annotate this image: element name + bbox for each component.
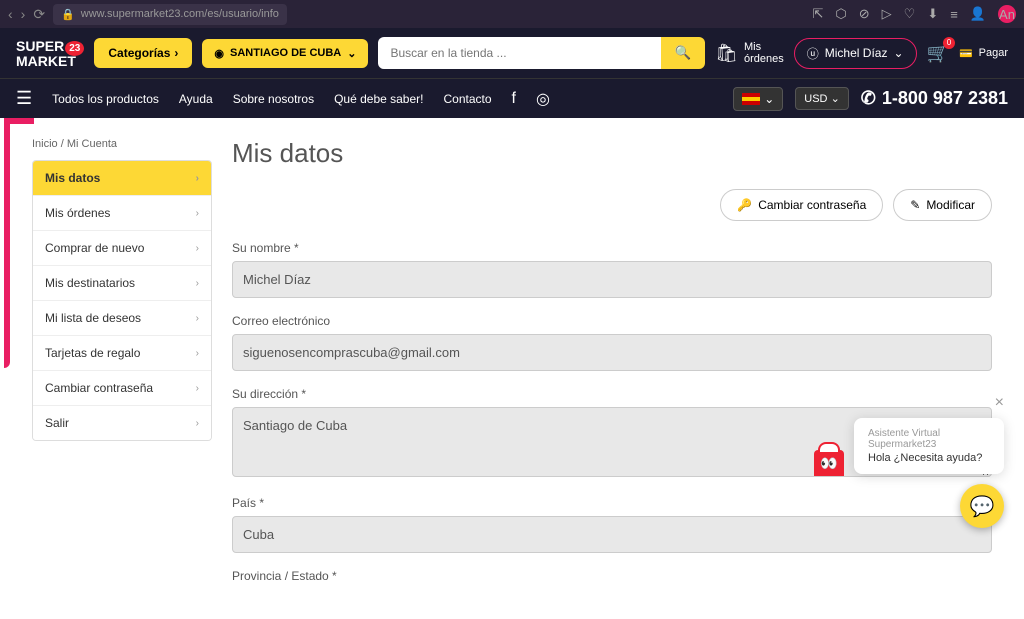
modify-button[interactable]: ✎ Modificar <box>893 189 992 221</box>
facebook-icon[interactable]: f <box>512 90 516 108</box>
categories-button[interactable]: Categorías › <box>94 38 192 68</box>
search-wrap: 🔍 <box>378 37 705 69</box>
currency-select[interactable]: USD ⌄ <box>795 87 849 110</box>
nav-contact[interactable]: Contacto <box>443 92 491 106</box>
chevron-right-icon: › <box>196 278 199 289</box>
nav-about[interactable]: Sobre nosotros <box>233 92 314 106</box>
profile-avatar[interactable]: An <box>998 5 1016 23</box>
sidebar-item-gift-cards[interactable]: Tarjetas de regalo› <box>33 336 211 371</box>
location-icon: ◉ <box>214 47 224 60</box>
reload-button[interactable]: ⟳ <box>33 6 45 23</box>
change-password-button[interactable]: 🔑 Cambiar contraseña <box>720 189 883 221</box>
location-button[interactable]: ◉ SANTIAGO DE CUBA ⌄ <box>202 39 368 68</box>
cart-count: 0 <box>943 37 955 49</box>
chevron-right-icon: › <box>196 313 199 324</box>
edit-icon: ✎ <box>910 198 920 212</box>
person-icon[interactable]: 👤 <box>970 6 986 22</box>
chat-bubble-icon: 💬 <box>970 494 995 519</box>
sidebar: Inicio / Mi Cuenta Mis datos› Mis órdene… <box>32 138 212 599</box>
chevron-down-icon: ⌄ <box>893 46 903 60</box>
accent-bar <box>4 118 10 368</box>
actions-bar: 🔑 Cambiar contraseña ✎ Modificar <box>232 189 992 221</box>
my-orders-link[interactable]: 🛍 Mis órdenes <box>715 41 784 65</box>
search-icon: 🔍 <box>675 45 692 60</box>
email-field[interactable] <box>232 334 992 371</box>
language-select[interactable]: ⌄ <box>733 87 783 111</box>
sidebar-item-my-orders[interactable]: Mis órdenes› <box>33 196 211 231</box>
breadcrumb-home[interactable]: Inicio <box>32 138 58 150</box>
phone-number[interactable]: ✆ 1-800 987 2381 <box>861 88 1008 109</box>
nav-all-products[interactable]: Todos los productos <box>52 92 159 106</box>
chat-popup: × Asistente Virtual Supermarket23 Hola ¿… <box>854 418 1004 474</box>
chevron-down-icon: ⌄ <box>764 92 774 106</box>
nav-help[interactable]: Ayuda <box>179 92 213 106</box>
chat-message: Hola ¿Necesita ayuda? <box>868 452 990 464</box>
chevron-right-icon: › <box>174 46 178 60</box>
sidebar-item-my-data[interactable]: Mis datos› <box>33 161 211 196</box>
user-icon: ⓤ <box>807 45 819 62</box>
back-button[interactable]: ‹ <box>8 6 13 22</box>
chevron-right-icon: › <box>196 208 199 219</box>
sidebar-item-change-password[interactable]: Cambiar contraseña› <box>33 371 211 406</box>
chat-title: Asistente Virtual Supermarket23 <box>868 428 990 450</box>
play-icon[interactable]: ▷ <box>882 6 892 22</box>
nav-bar: ☰ Todos los productos Ayuda Sobre nosotr… <box>0 78 1024 118</box>
user-menu[interactable]: ⓤ Michel Díaz ⌄ <box>794 38 917 69</box>
spain-flag-icon <box>742 93 760 105</box>
instagram-icon[interactable]: ◎ <box>536 89 550 109</box>
lock-icon: 🔒 <box>61 8 75 21</box>
chat-bot-icon[interactable]: 👀 <box>814 450 844 476</box>
download-icon[interactable]: ⬇ <box>927 6 938 22</box>
close-icon[interactable]: × <box>995 394 1004 412</box>
list-icon[interactable]: ≡ <box>950 7 958 22</box>
sidebar-item-wishlist[interactable]: Mi lista de deseos› <box>33 301 211 336</box>
share-icon[interactable]: ⇱ <box>812 6 823 22</box>
name-label: Su nombre * <box>232 241 992 255</box>
side-menu: Mis datos› Mis órdenes› Comprar de nuevo… <box>32 160 212 441</box>
hamburger-icon[interactable]: ☰ <box>16 88 32 109</box>
url-bar[interactable]: 🔒 www.supermarket23.com/es/usuario/info <box>53 4 287 25</box>
email-label: Correo electrónico <box>232 314 992 328</box>
browser-bar: ‹ › ⟳ 🔒 www.supermarket23.com/es/usuario… <box>0 0 1024 28</box>
main-content: Mis datos 🔑 Cambiar contraseña ✎ Modific… <box>232 138 992 599</box>
chevron-right-icon: › <box>196 348 199 359</box>
name-field[interactable] <box>232 261 992 298</box>
province-label: Provincia / Estado * <box>232 569 992 583</box>
search-input[interactable] <box>378 37 660 69</box>
ext-icon[interactable]: ⬡ <box>835 6 846 22</box>
nav-must-know[interactable]: Qué debe saber! <box>334 92 423 106</box>
top-header: SUPER23 MARKET Categorías › ◉ SANTIAGO D… <box>0 28 1024 78</box>
chevron-down-icon: ⌄ <box>831 93 840 105</box>
key-icon: 🔑 <box>737 198 752 212</box>
address-label: Su dirección * <box>232 387 992 401</box>
sidebar-item-recipients[interactable]: Mis destinatarios› <box>33 266 211 301</box>
breadcrumb-current: Mi Cuenta <box>67 138 117 150</box>
block-icon[interactable]: ⊘ <box>859 6 870 22</box>
page-title: Mis datos <box>232 138 992 169</box>
url-text: www.supermarket23.com/es/usuario/info <box>81 8 279 20</box>
pay-link[interactable]: 💳 Pagar <box>959 47 1008 60</box>
forward-button[interactable]: › <box>21 6 26 22</box>
sidebar-item-buy-again[interactable]: Comprar de nuevo› <box>33 231 211 266</box>
browser-icons: ⇱ ⬡ ⊘ ▷ ♡ ⬇ ≡ 👤 An <box>812 5 1016 23</box>
country-field[interactable] <box>232 516 992 553</box>
cart-button[interactable]: 🛒 0 <box>927 43 949 64</box>
chevron-right-icon: › <box>196 243 199 254</box>
chevron-down-icon: ⌄ <box>347 47 356 60</box>
breadcrumb: Inicio / Mi Cuenta <box>32 138 212 150</box>
pay-icon: 💳 <box>959 47 973 60</box>
bag-icon: 🛍 <box>715 43 738 64</box>
chevron-right-icon: › <box>196 418 199 429</box>
phone-icon: ✆ <box>861 88 876 109</box>
search-button[interactable]: 🔍 <box>661 37 706 69</box>
country-label: País * <box>232 496 992 510</box>
chevron-right-icon: › <box>196 383 199 394</box>
heart-icon[interactable]: ♡ <box>904 6 916 22</box>
sidebar-item-logout[interactable]: Salir› <box>33 406 211 440</box>
chevron-right-icon: › <box>196 173 199 184</box>
logo[interactable]: SUPER23 MARKET <box>16 39 84 68</box>
chat-fab[interactable]: 💬 <box>960 484 1004 528</box>
